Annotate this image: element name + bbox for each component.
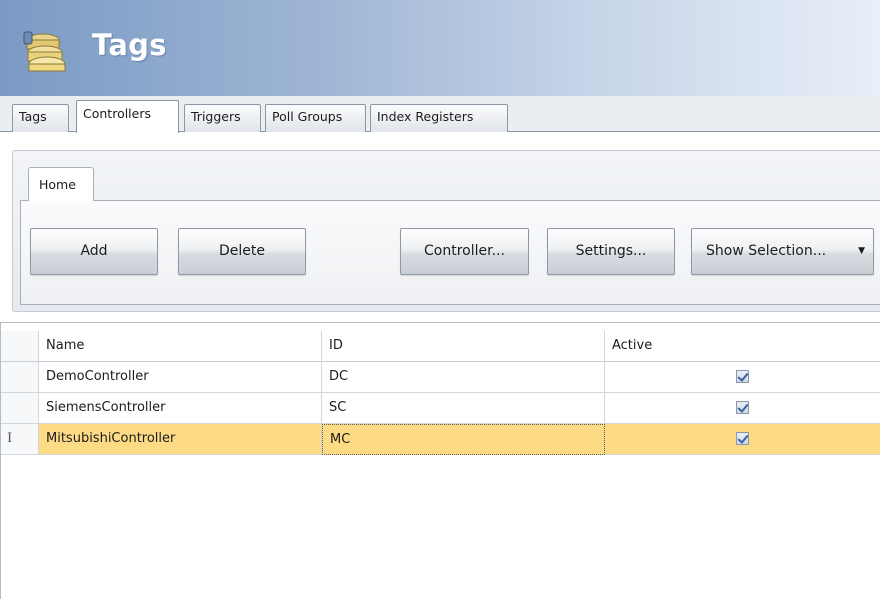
tab-index-registers[interactable]: Index Registers <box>370 104 508 132</box>
page-title: Tags <box>92 28 167 62</box>
delete-button[interactable]: Delete <box>178 228 306 275</box>
column-header-name[interactable]: Name <box>39 331 322 362</box>
table-cell-id[interactable]: SC <box>322 393 605 424</box>
column-header-active[interactable]: Active <box>605 331 880 362</box>
tab-triggers[interactable]: Triggers <box>184 104 261 132</box>
tab-strip: Tags Controllers Triggers Poll Groups In… <box>0 96 880 133</box>
row-selector[interactable] <box>1 362 39 393</box>
chevron-down-icon[interactable]: ▼ <box>858 229 865 274</box>
row-header-corner <box>1 331 39 362</box>
table-cell-name[interactable]: SiemensController <box>39 393 322 424</box>
tab-tags[interactable]: Tags <box>12 104 69 132</box>
show-selection-button[interactable]: Show Selection... ▼ <box>691 228 874 275</box>
row-selector[interactable] <box>1 393 39 424</box>
ribbon-area: Home Add Delete Controller... Settings..… <box>0 132 880 320</box>
row-selector-edit-indicator[interactable]: I <box>1 424 39 455</box>
controller-button[interactable]: Controller... <box>400 228 529 275</box>
tab-controllers[interactable]: Controllers <box>76 100 179 133</box>
tab-poll-groups[interactable]: Poll Groups <box>265 104 366 132</box>
table-cell-id[interactable]: MC <box>322 424 605 455</box>
active-checkbox[interactable] <box>736 401 749 414</box>
column-header-id[interactable]: ID <box>322 331 605 362</box>
table-cell-name[interactable]: MitsubishiController <box>39 424 322 455</box>
table-cell-active <box>605 424 880 455</box>
controllers-grid: Name ID Active DemoController DC Siemens… <box>0 322 880 599</box>
tags-stack-icon <box>23 31 66 72</box>
show-selection-label: Show Selection... <box>706 243 827 259</box>
table-cell-active <box>605 393 880 424</box>
table-cell-name[interactable]: DemoController <box>39 362 322 393</box>
add-button[interactable]: Add <box>30 228 158 275</box>
table-cell-id[interactable]: DC <box>322 362 605 393</box>
settings-button[interactable]: Settings... <box>547 228 675 275</box>
ribbon-tab-home[interactable]: Home <box>28 167 94 201</box>
table-cell-active <box>605 362 880 393</box>
active-checkbox[interactable] <box>736 370 749 383</box>
page-header: Tags <box>0 0 880 96</box>
active-checkbox[interactable] <box>736 432 749 445</box>
